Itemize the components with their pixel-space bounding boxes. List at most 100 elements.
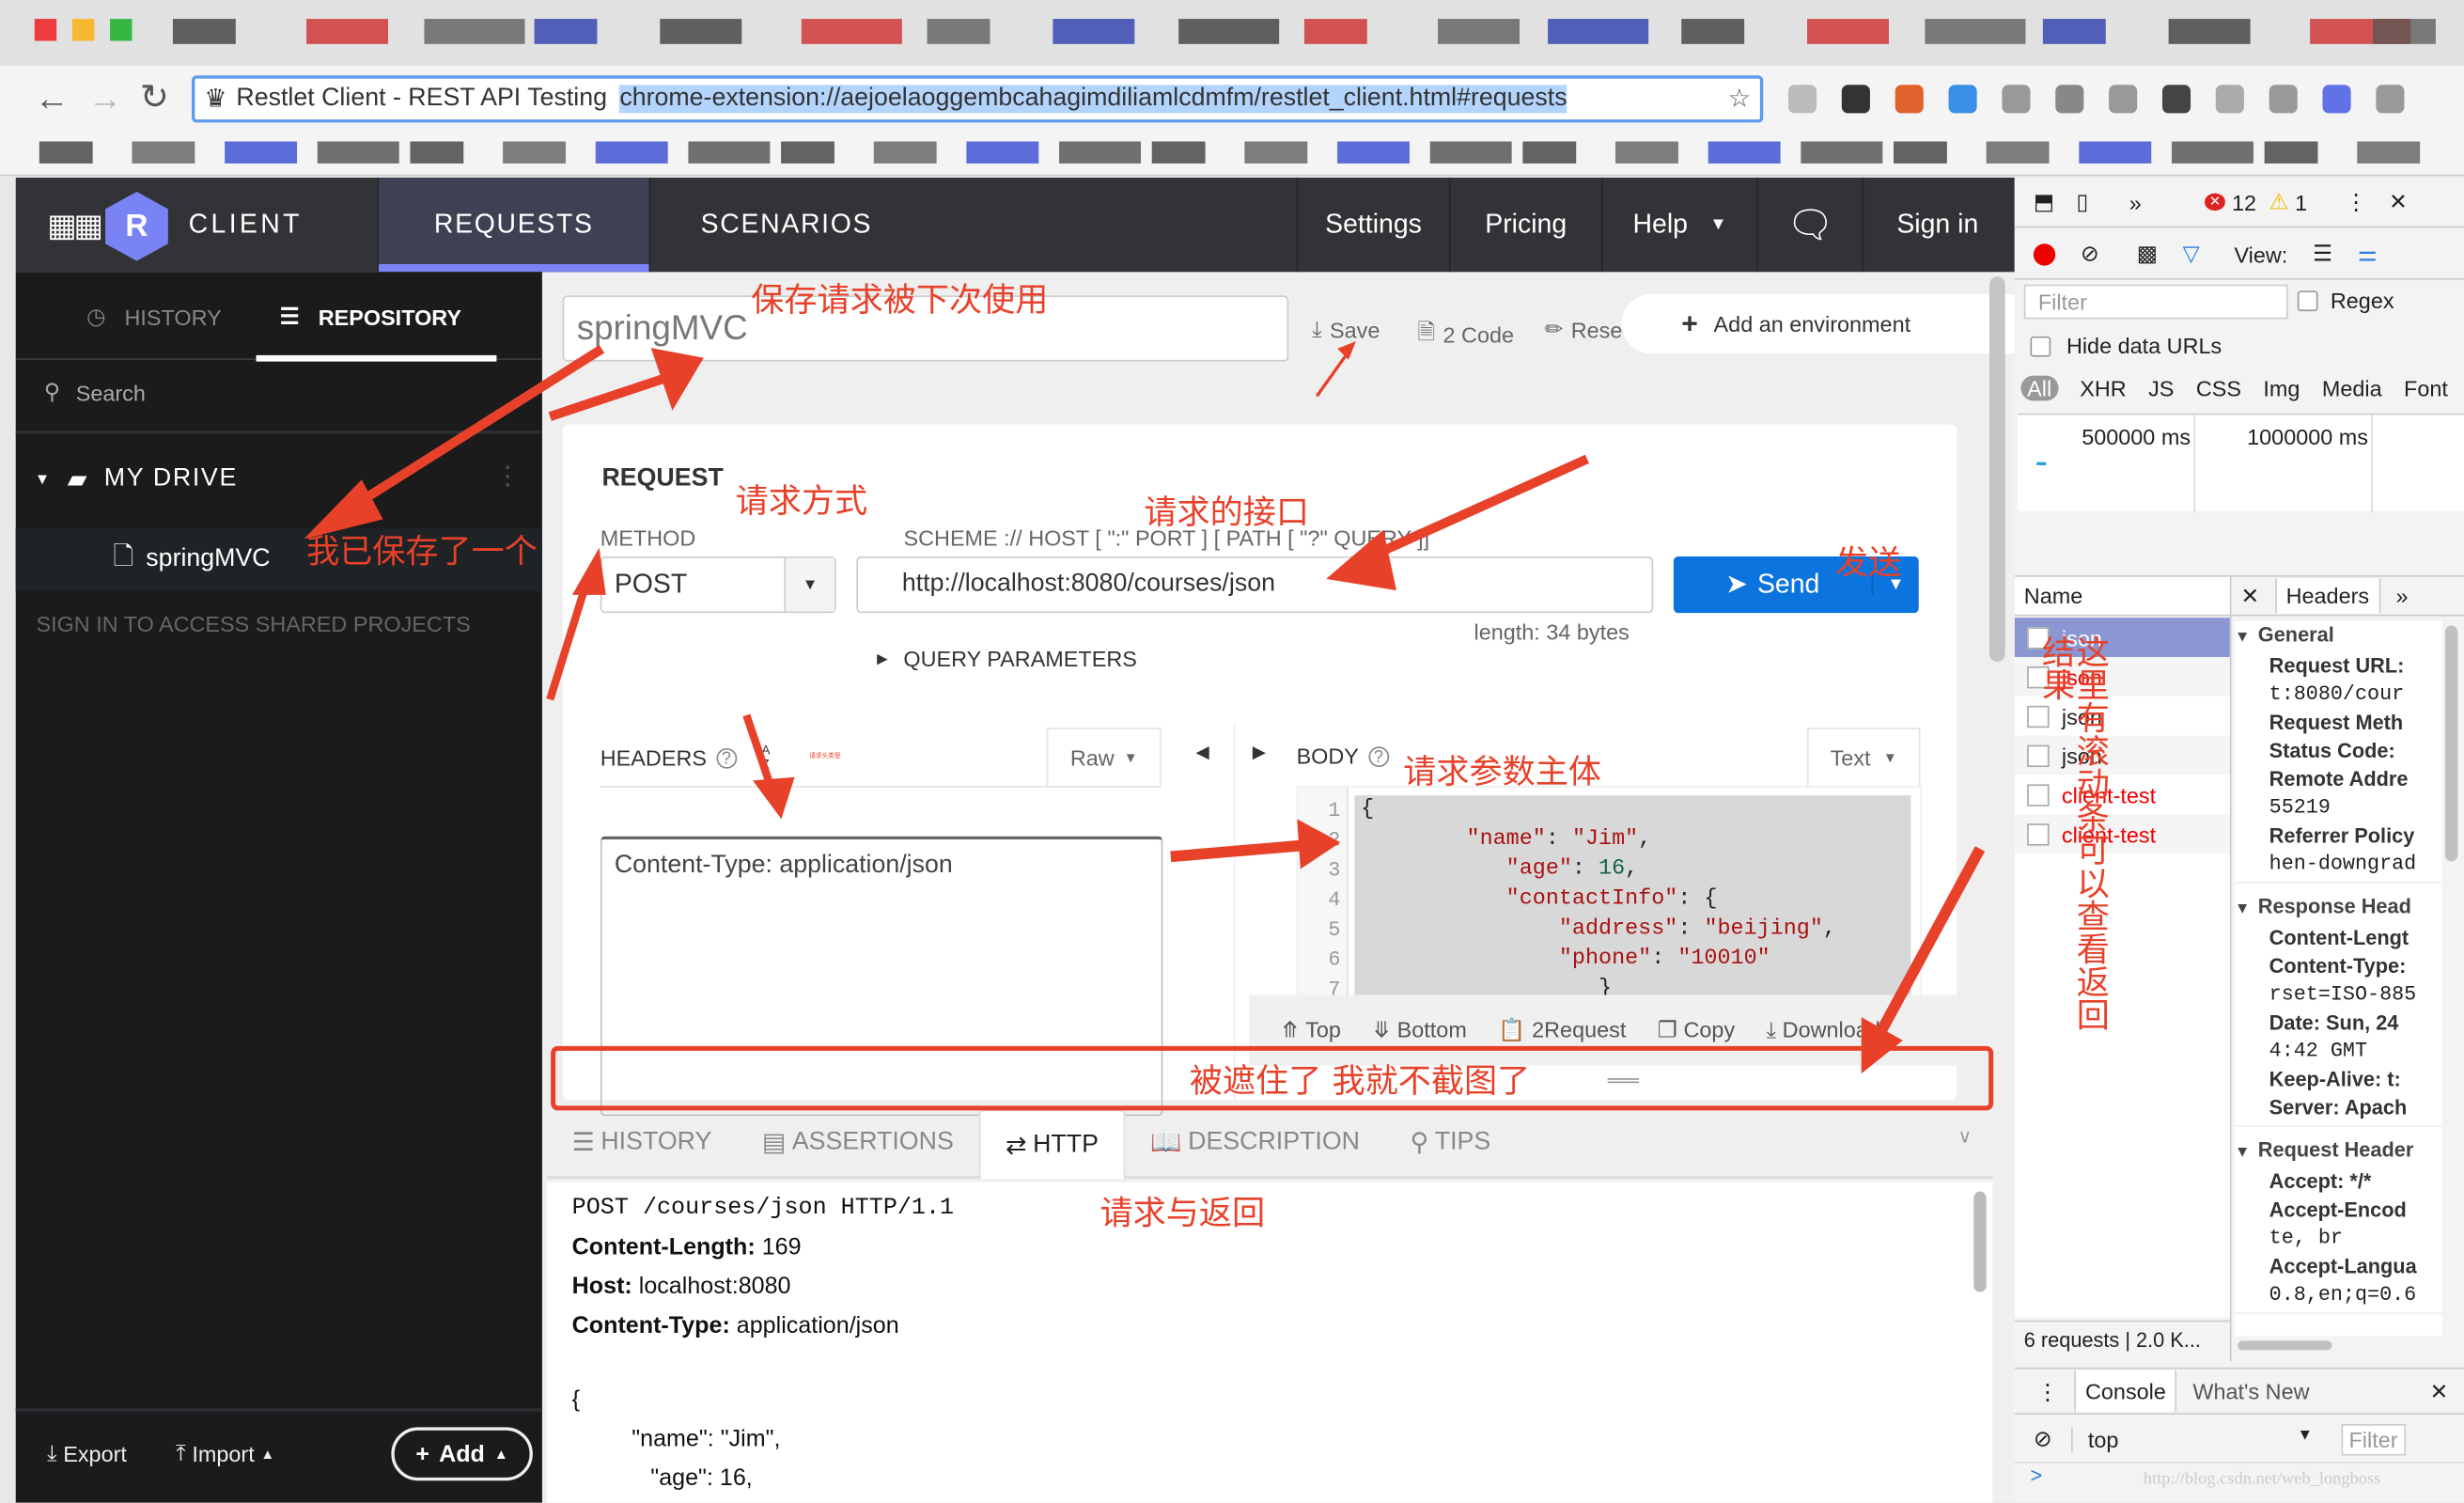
tab-history[interactable]: ☰ HISTORY <box>547 1108 737 1178</box>
tab-http[interactable]: ⇄ HTTP <box>978 1109 1126 1180</box>
back-icon[interactable]: ← <box>35 79 70 119</box>
hide-data-urls-checkbox[interactable]: Hide data URLs <box>2030 334 2222 358</box>
bookmark-star-icon[interactable]: ☆ <box>1728 84 1751 115</box>
bookmark-item[interactable] <box>2357 141 2421 164</box>
network-filter-input[interactable]: Filter <box>2023 284 2288 320</box>
browser-tab[interactable] <box>660 19 742 44</box>
list-view-icon[interactable]: ☰ <box>2313 241 2332 267</box>
bookmark-item[interactable] <box>2171 141 2253 164</box>
more-tabs-icon[interactable]: » <box>2396 583 2409 608</box>
browser-tab[interactable] <box>1178 19 1280 44</box>
more-tabs-icon[interactable]: » <box>2129 190 2142 215</box>
my-drive-folder[interactable]: ▼ ▰ MY DRIVE <box>35 463 238 494</box>
browser-tab[interactable] <box>1807 19 1889 44</box>
browser-tab[interactable] <box>1925 19 2026 44</box>
bookmark-item[interactable] <box>1429 141 1512 164</box>
bookmark-item[interactable] <box>781 141 834 164</box>
close-devtools-icon[interactable]: ✕ <box>2389 189 2408 215</box>
inspect-element-icon[interactable]: ⬒ <box>2034 189 2054 215</box>
bookmark-item[interactable] <box>2264 141 2318 164</box>
browser-tab[interactable] <box>424 19 525 44</box>
clear-icon[interactable]: ⊘ <box>2081 241 2099 267</box>
http-panel-scrollbar[interactable] <box>1973 1191 1987 1292</box>
console-filter-input[interactable]: Filter <box>2341 1423 2406 1455</box>
close-window-button[interactable] <box>34 19 57 41</box>
browser-tab[interactable] <box>2042 19 2106 44</box>
browser-tab[interactable] <box>2373 19 2436 44</box>
browser-extension-icon[interactable] <box>2269 85 2298 114</box>
reset-button[interactable]: ✏ Rese <box>1545 316 1623 342</box>
browser-extension-icon[interactable] <box>2002 85 2031 114</box>
chat-button[interactable]: 🗨 <box>1756 177 1863 273</box>
resize-handle[interactable] <box>1607 1078 1640 1084</box>
bookmark-item[interactable] <box>1615 141 1678 164</box>
tab-console[interactable]: Console <box>2074 1370 2177 1412</box>
tab-assertions[interactable]: ▤ ASSERTIONS <box>737 1108 978 1178</box>
browser-extension-icon[interactable] <box>2322 85 2351 114</box>
bookmark-item[interactable] <box>1151 141 1206 164</box>
section-toggle[interactable]: ▼ General <box>2235 621 2442 652</box>
browser-tab[interactable] <box>306 19 389 44</box>
browser-tab[interactable] <box>1053 19 1135 44</box>
details-scrollbar[interactable] <box>2444 625 2458 862</box>
body-top-button[interactable]: ⤊ Top <box>1281 1017 1341 1043</box>
waterfall-view-icon[interactable]: ⚌ <box>2358 241 2378 267</box>
bookmark-item[interactable] <box>688 141 771 164</box>
collapse-left-icon[interactable]: ◀ <box>1196 742 1209 762</box>
browser-tab[interactable] <box>172 19 236 44</box>
bookmark-item[interactable] <box>225 141 298 164</box>
browser-extension-icon[interactable] <box>1895 85 1924 114</box>
section-toggle[interactable]: ▼ Response Head <box>2235 893 2442 924</box>
bookmark-item[interactable] <box>39 141 93 164</box>
bookmark-item[interactable] <box>1708 141 1781 164</box>
filter-type-font[interactable]: Font <box>2404 376 2448 401</box>
bookmark-item[interactable] <box>595 141 668 164</box>
url-text[interactable]: chrome-extension://aejoelaoggembcahagimd… <box>619 85 1567 114</box>
body-editor[interactable]: 1234567 { "name": "Jim", "age": 16, "con… <box>1296 786 1923 1019</box>
sort-az-icon[interactable]: AZ <box>761 744 770 772</box>
export-button[interactable]: ⤓ Export <box>47 1440 127 1466</box>
help-menu[interactable]: Help ▼ <box>1600 177 1757 273</box>
headers-textarea[interactable]: Content-Type: application/json <box>600 836 1163 1117</box>
name-column-header[interactable]: Name <box>2024 583 2082 608</box>
browser-extension-icon[interactable] <box>2161 85 2191 114</box>
console-prompt-icon[interactable]: > <box>2030 1464 2042 1487</box>
maximize-window-button[interactable] <box>110 19 133 41</box>
error-count[interactable]: 12 <box>2232 190 2256 215</box>
bookmark-item[interactable] <box>410 141 464 164</box>
filter-type-css[interactable]: CSS <box>2196 376 2241 401</box>
help-icon[interactable]: ? <box>1367 745 1389 767</box>
browser-tab[interactable] <box>1548 19 1649 44</box>
kebab-menu-icon[interactable]: ⋮ <box>2345 189 2366 215</box>
body-copy-button[interactable]: ❐ Copy <box>1658 1017 1735 1043</box>
omnibox[interactable]: ♛ Restlet Client - REST API Testing chro… <box>192 75 1764 123</box>
bookmark-item[interactable] <box>1894 141 1947 164</box>
tab-description[interactable]: 📖 DESCRIPTION <box>1125 1108 1384 1178</box>
browser-tab[interactable] <box>534 19 598 44</box>
reload-icon[interactable]: ↻ <box>140 77 169 117</box>
bookmark-item[interactable] <box>503 141 566 164</box>
tab-tips[interactable]: ⚲ TIPS <box>1385 1108 1516 1178</box>
bookmark-item[interactable] <box>1801 141 1883 164</box>
close-details-icon[interactable]: ✕ <box>2241 583 2260 609</box>
forward-icon[interactable]: → <box>88 79 123 119</box>
browser-extension-icon[interactable] <box>2055 85 2084 114</box>
headers-mode-select[interactable]: Raw ▼ <box>1046 728 1162 787</box>
close-drawer-icon[interactable]: ✕ <box>2430 1378 2449 1404</box>
context-select[interactable]: top ▼ <box>2070 1426 2323 1452</box>
sidebar-tab-repository[interactable]: ☰ REPOSITORY <box>280 304 461 330</box>
query-parameters-toggle[interactable]: ▶ QUERY PARAMETERS <box>877 646 1137 671</box>
filter-type-all[interactable]: All <box>2020 375 2058 401</box>
main-scrollbar[interactable] <box>1989 276 2005 662</box>
filter-funnel-icon[interactable]: ▽ <box>2183 241 2200 267</box>
sidebar-tab-history[interactable]: ◷ HISTORY <box>86 304 222 330</box>
bookmark-item[interactable] <box>1059 141 1142 164</box>
body-download-button[interactable]: ⤓ Download <box>1767 1017 1880 1043</box>
expand-right-icon[interactable]: ▶ <box>1253 742 1266 762</box>
bookmark-item[interactable] <box>1986 141 2050 164</box>
browser-extension-icon[interactable] <box>2376 85 2405 114</box>
settings-link[interactable]: Settings <box>1296 177 1449 273</box>
body-2request-button[interactable]: 📋 2Request <box>1498 1017 1626 1043</box>
tab-headers[interactable]: Headers <box>2274 578 2380 614</box>
browser-tab[interactable] <box>1438 19 1521 44</box>
